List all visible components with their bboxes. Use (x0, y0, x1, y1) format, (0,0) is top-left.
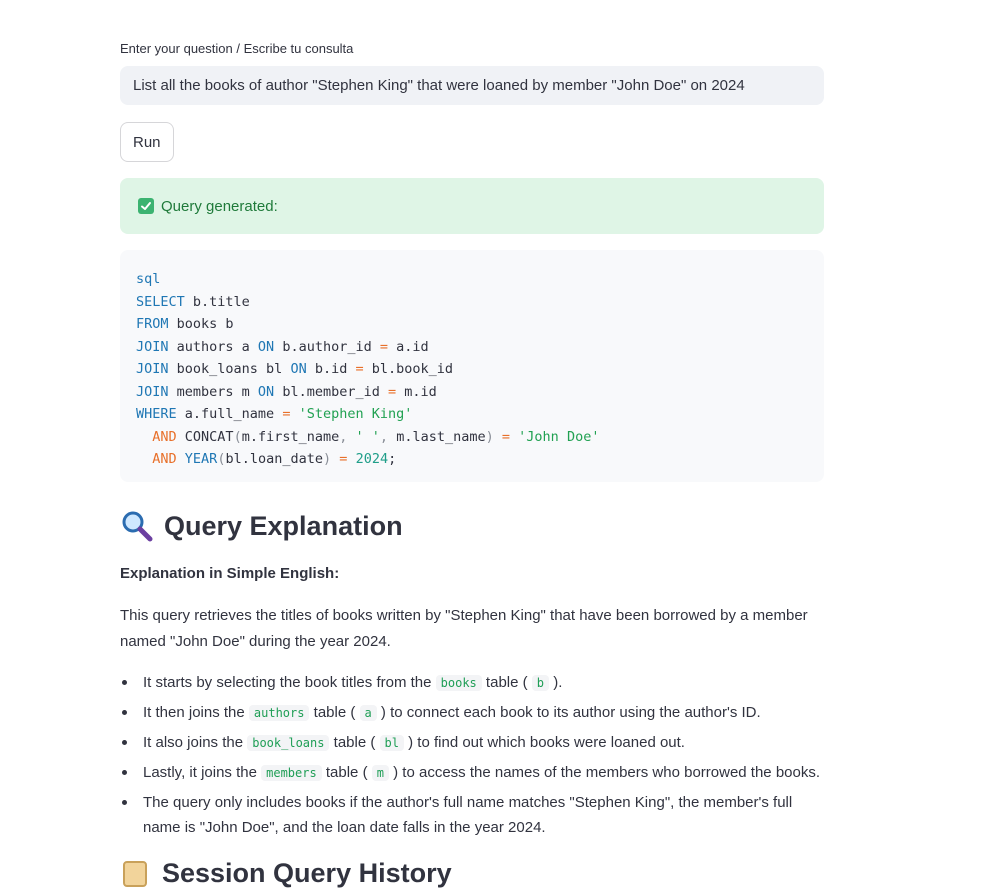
code-line: FROM books b (136, 316, 234, 332)
explanation-bullets: It starts by selecting the book titles f… (120, 670, 824, 844)
history-heading: Session Query History (120, 858, 452, 889)
check-box-icon (138, 198, 154, 214)
code-line: JOIN authors a ON b.author_id = a.id (136, 338, 429, 355)
code-line: AND YEAR(bl.loan_date) = 2024; (152, 451, 397, 467)
code-alias: b (531, 675, 550, 691)
success-message: Query generated: (161, 197, 278, 215)
explanation-heading: Query Explanation (120, 509, 403, 543)
list-item: It then joins the authors table ( a ) to… (120, 700, 824, 726)
question-input[interactable] (120, 66, 824, 105)
run-button[interactable]: Run (120, 122, 174, 162)
code-members: members (261, 765, 322, 781)
magnifying-glass-icon (122, 511, 153, 542)
code-lang-label: sql (136, 271, 161, 287)
code-alias: m (371, 765, 389, 781)
code-line: SELECT b.title (136, 293, 250, 310)
list-item: Lastly, it joins the members table ( m )… (120, 760, 824, 786)
explanation-heading-text: Query Explanation (164, 510, 403, 541)
scroll-icon (123, 860, 147, 887)
question-input-label: Enter your question / Escribe tu consult… (120, 41, 354, 56)
explanation-paragraph: This query retrieves the titles of books… (120, 607, 808, 650)
code-book-loans: book_loans (247, 735, 330, 751)
code-line: JOIN book_loans bl ON b.id = bl.book_id (136, 361, 454, 377)
history-heading-text: Session Query History (162, 858, 452, 888)
code-line: AND CONCAT(m.first_name, ' ', m.last_nam… (152, 428, 600, 445)
code-alias: bl (379, 735, 404, 751)
code-line: WHERE a.full_name = 'Stephen King' (136, 406, 413, 422)
list-item: It also joins the book_loans table ( bl … (120, 730, 824, 756)
code-line: JOIN members m ON bl.member_id = m.id (136, 383, 437, 400)
sql-code-block: sql SELECT b.title FROM books b JOIN aut… (120, 250, 824, 482)
list-item: It starts by selecting the book titles f… (120, 670, 824, 696)
list-item: The query only includes books if the aut… (120, 790, 824, 840)
code-authors: authors (248, 705, 310, 721)
explanation-subheading: Explanation in Simple English: (120, 565, 340, 582)
success-alert: Query generated: (120, 178, 824, 234)
code-books: books (435, 675, 482, 691)
code-alias: a (359, 705, 377, 721)
